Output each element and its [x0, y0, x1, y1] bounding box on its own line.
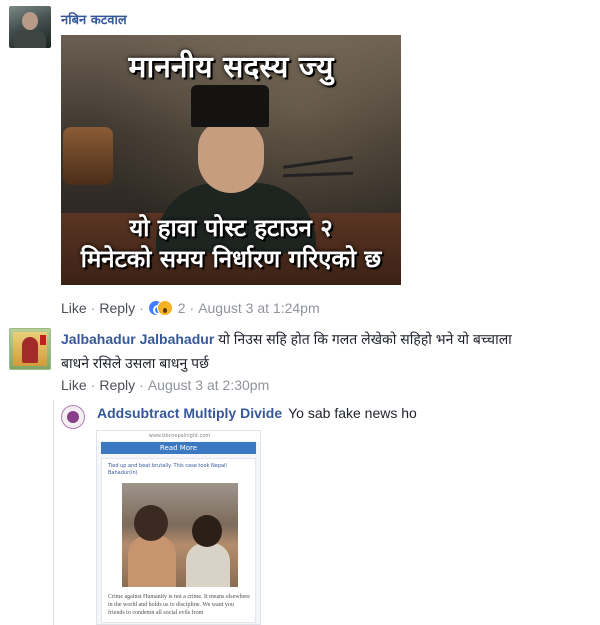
comment-text: यो निउस सहि होत कि गलत लेखेको सहिहो भने …	[218, 331, 512, 347]
reply-link[interactable]: Reply	[99, 300, 135, 316]
comment-actions: Like · Reply · August 3 at 2:30pm	[61, 377, 269, 393]
reactions[interactable]	[147, 300, 174, 316]
separator: ·	[90, 300, 96, 316]
timestamp[interactable]: August 3 at 1:24pm	[198, 300, 319, 316]
timestamp[interactable]: August 3 at 2:30pm	[148, 377, 269, 393]
photo-child-head	[192, 515, 222, 547]
photo-child	[186, 543, 230, 587]
photo-child-head	[134, 505, 168, 541]
avatar-person	[67, 411, 79, 423]
avatar-head	[22, 12, 38, 30]
like-link[interactable]: Like	[61, 377, 87, 393]
attachment-post-card: Tied up and beat brutally. This case too…	[101, 458, 256, 623]
comment-author[interactable]: नबिन कटवाल	[61, 10, 127, 28]
avatar-flag	[40, 335, 46, 345]
avatar-person	[22, 337, 38, 363]
reply-author[interactable]: Addsubtract Multiply Divide	[97, 405, 282, 421]
avatar-jalbahadur[interactable]	[9, 328, 51, 370]
separator: ·	[90, 377, 96, 393]
comment-text-line: Jalbahadur Jalbahadur यो निउस सहि होत कि…	[61, 330, 591, 349]
reply-text-line: Addsubtract Multiply Divide Yo sab fake n…	[97, 405, 417, 421]
meme-person-face	[198, 121, 264, 193]
attachment-post-header: Tied up and beat brutally. This case too…	[108, 463, 227, 476]
meme-lamp	[63, 127, 113, 185]
reaction-count[interactable]: 2	[178, 300, 186, 316]
meme-caption-bottom-1: यो हावा पोस्ट हटाउन २	[129, 214, 333, 242]
like-link[interactable]: Like	[61, 300, 87, 316]
avatar-shirt	[14, 30, 46, 48]
comment-author[interactable]: Jalbahadur Jalbahadur	[61, 331, 214, 347]
comment-text-continued: बाधने रसिले उसला बाधनु पर्छ	[61, 355, 209, 371]
avatar-nabin[interactable]	[9, 6, 51, 48]
reply-attachment-image[interactable]: www.bbcnepalnight.com Read More Tied up …	[96, 430, 261, 625]
wow-reaction-icon	[156, 300, 173, 316]
meme-caption-bottom-2: मिनेटको समय निर्धारण गरिएको छ	[80, 245, 382, 273]
reply-thread-line	[53, 400, 54, 625]
reply-link[interactable]: Reply	[99, 377, 135, 393]
reply-text: Yo sab fake news ho	[288, 405, 417, 421]
separator: ·	[139, 377, 144, 393]
attachment-body-text: Crime against Humanity is not a crime. I…	[108, 594, 250, 616]
meme-caption-top: माननीय सदस्य ज्यु	[128, 50, 334, 85]
avatar-addsubtract[interactable]	[61, 405, 85, 429]
comment-image-meme[interactable]: माननीय सदस्य ज्यु यो हावा पोस्ट हटाउन २ …	[61, 35, 401, 285]
separator: ·	[189, 300, 195, 316]
separator: ·	[139, 300, 144, 316]
attachment-photo	[122, 483, 238, 587]
photo-child	[128, 535, 176, 587]
attachment-url: www.bbcnepalnight.com	[97, 431, 260, 441]
attachment-header-bar: Read More	[101, 442, 256, 454]
comment-actions: Like · Reply · 2 · August 3 at 1:24pm	[61, 300, 320, 316]
meme-person-cap	[191, 85, 269, 127]
